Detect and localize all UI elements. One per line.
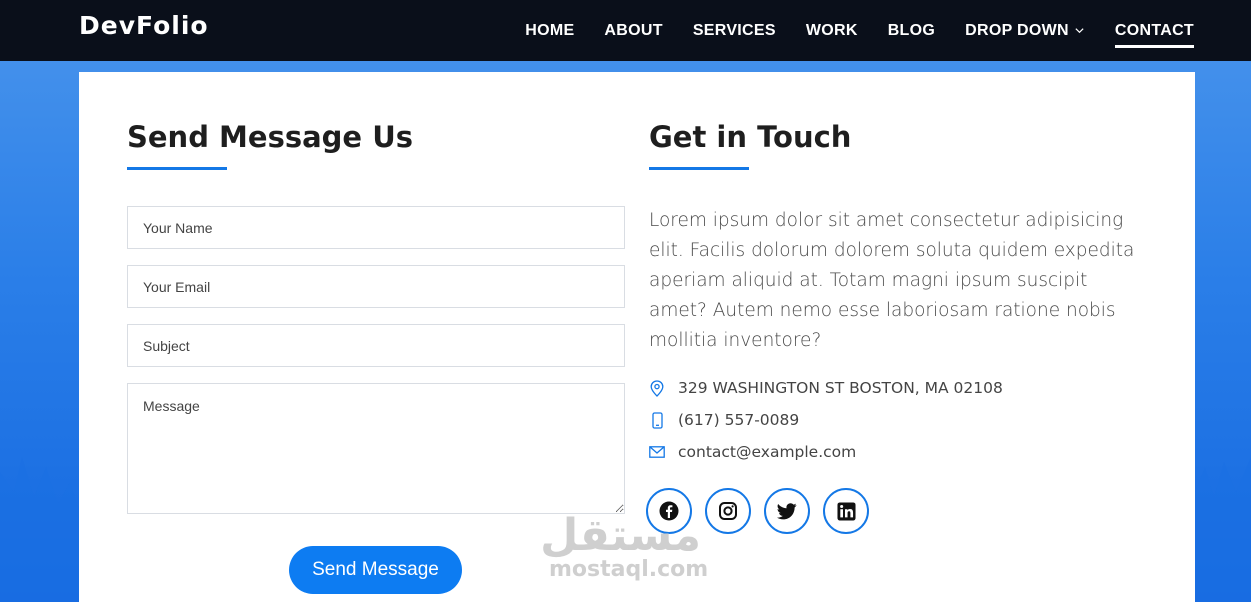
address-text: 329 WASHINGTON ST BOSTON, MA 02108 xyxy=(678,379,1003,397)
nav-services[interactable]: SERVICES xyxy=(693,14,776,48)
contact-description: Lorem ipsum dolor sit amet consectetur a… xyxy=(649,210,1135,351)
twitter-icon xyxy=(777,502,797,519)
email-row: contact@example.com xyxy=(649,440,856,464)
map-pin-icon xyxy=(649,379,665,397)
brand-logo[interactable]: DevFolio xyxy=(79,11,209,40)
nav-about[interactable]: ABOUT xyxy=(604,14,662,48)
instagram-icon xyxy=(719,502,737,520)
send-message-button[interactable]: Send Message xyxy=(289,546,462,594)
message-textarea[interactable] xyxy=(127,383,625,514)
envelope-icon xyxy=(649,443,665,461)
top-navbar: DevFolio HOME ABOUT SERVICES WORK BLOG D… xyxy=(0,0,1251,61)
chevron-down-icon xyxy=(1075,28,1084,34)
email-text[interactable]: contact@example.com xyxy=(678,443,856,461)
contact-title: Get in Touch xyxy=(649,120,852,154)
nav-blog[interactable]: BLOG xyxy=(888,14,935,48)
instagram-link[interactable] xyxy=(705,488,751,534)
twitter-link[interactable] xyxy=(764,488,810,534)
nav-home[interactable]: HOME xyxy=(525,14,574,48)
subject-input[interactable] xyxy=(127,324,625,367)
linkedin-icon xyxy=(836,501,856,521)
nav-drop-down[interactable]: DROP DOWN xyxy=(965,14,1085,48)
main-nav: HOME ABOUT SERVICES WORK BLOG DROP DOWN … xyxy=(495,0,1195,61)
linkedin-link[interactable] xyxy=(823,488,869,534)
name-input[interactable] xyxy=(127,206,625,249)
mostaql-watermark: مستقل mostaql.com xyxy=(540,510,709,583)
contact-title-underline xyxy=(649,167,749,170)
email-input[interactable] xyxy=(127,265,625,308)
address-row: 329 WASHINGTON ST BOSTON, MA 02108 xyxy=(649,376,1003,400)
nav-work[interactable]: WORK xyxy=(806,14,858,48)
phone-row: (617) 557-0089 xyxy=(649,408,799,432)
phone-text[interactable]: (617) 557-0089 xyxy=(678,411,799,429)
form-title-underline xyxy=(127,167,227,170)
form-title: Send Message Us xyxy=(127,120,414,154)
watermark-latin: mostaql.com xyxy=(549,557,709,582)
watermark-arabic: مستقل xyxy=(540,510,701,561)
nav-drop-down-label: DROP DOWN xyxy=(965,21,1069,39)
nav-contact[interactable]: CONTACT xyxy=(1114,14,1195,48)
phone-icon xyxy=(649,411,665,429)
